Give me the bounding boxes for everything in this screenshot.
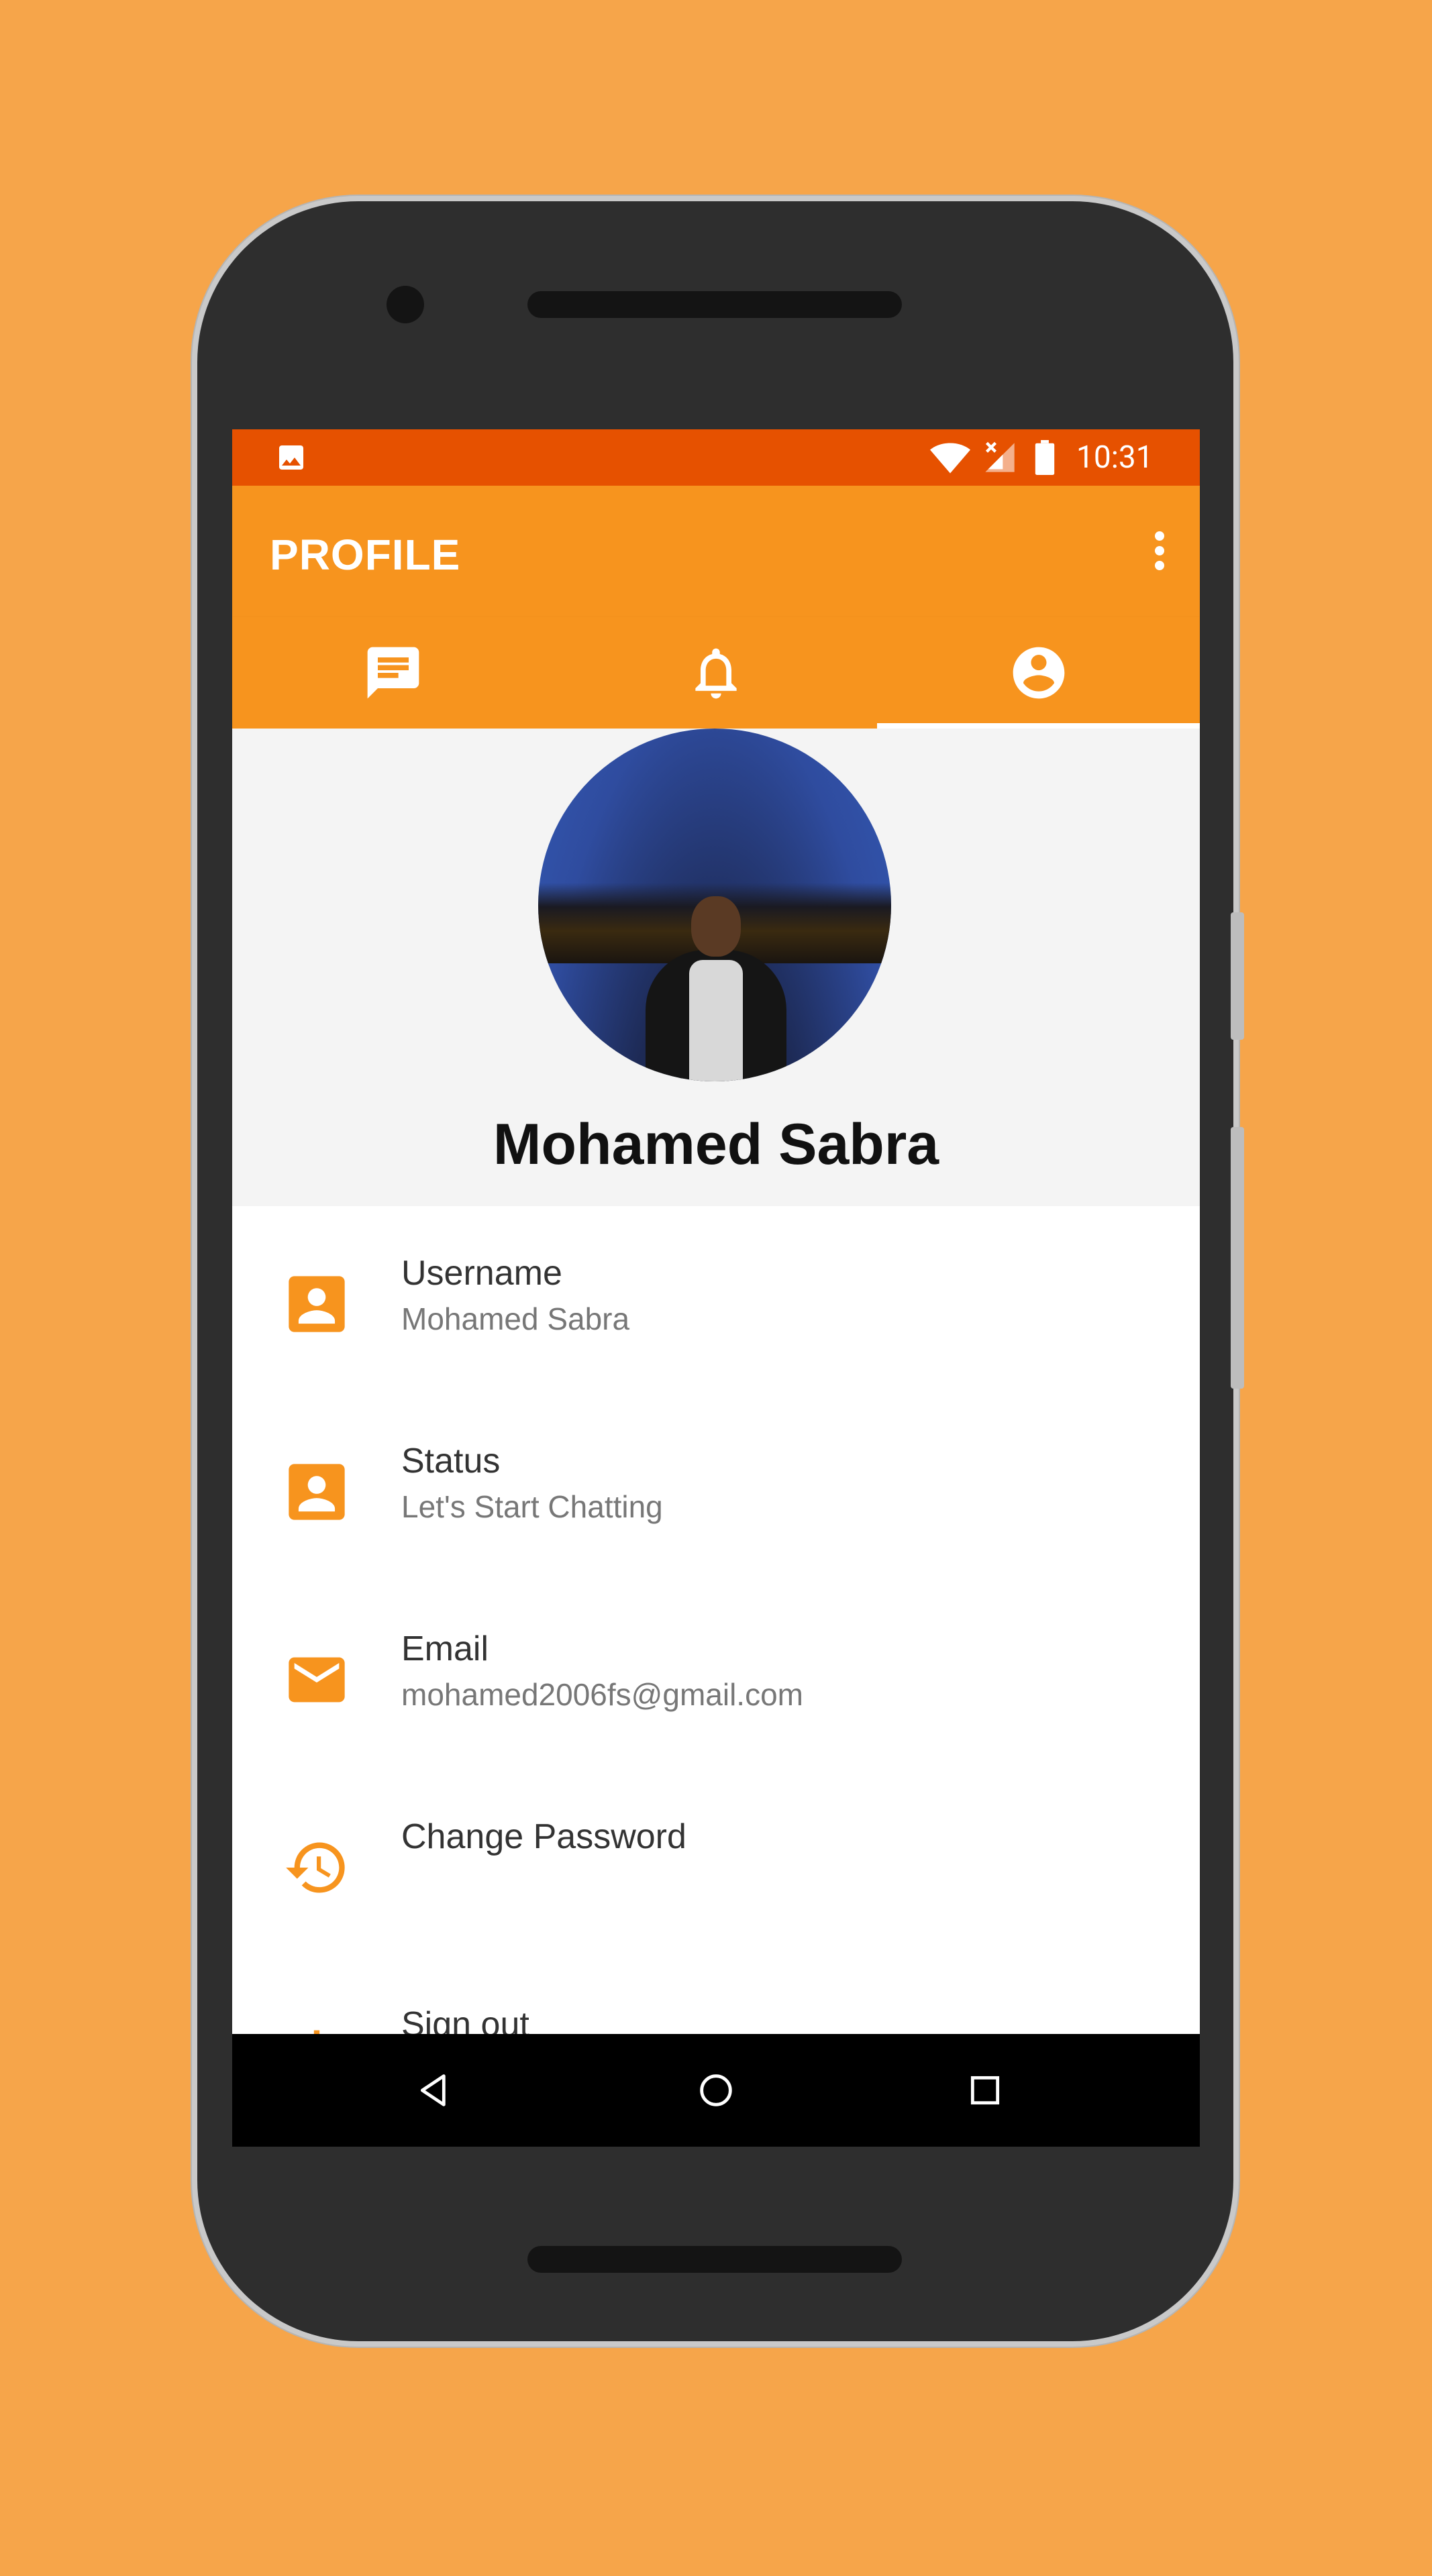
more-vert-icon [1155, 531, 1164, 541]
tab-bar [232, 617, 1200, 729]
account-circle-icon [1013, 647, 1065, 699]
status-bar: 10:31 [232, 429, 1200, 486]
item-label: Change Password [401, 1817, 686, 1856]
more-vert-dot [1155, 546, 1164, 555]
contact-icon [289, 1464, 345, 1520]
status-time: 10:31 [1076, 439, 1154, 476]
item-label: Status [401, 1442, 501, 1481]
home-icon[interactable] [695, 2069, 737, 2112]
item-label: Username [401, 1254, 562, 1293]
battery-icon [1035, 440, 1055, 475]
item-label: Email [401, 1629, 489, 1668]
contact-icon [289, 1276, 345, 1332]
item-value: Let's Start Chatting [401, 1489, 663, 1524]
mail-icon [289, 1657, 345, 1703]
image-icon [279, 445, 303, 470]
list-item-change-password[interactable]: Change Password [232, 1770, 1200, 1957]
profile-info-list: Username Mohamed Sabra Status Let's Star… [232, 1206, 1200, 2145]
screen: 10:31 PROFILE Mohamed Sabra Username Moh… [232, 429, 1200, 2147]
list-item-username[interactable]: Username Mohamed Sabra [232, 1206, 1200, 1394]
history-icon [286, 1842, 345, 1893]
list-item-status[interactable]: Status Let's Start Chatting [232, 1394, 1200, 1582]
tab-chats[interactable] [232, 617, 555, 729]
avatar[interactable] [538, 729, 891, 1081]
bell-icon [695, 648, 737, 699]
front-camera [387, 286, 424, 323]
signal-icon [985, 441, 1015, 472]
power-button [1231, 1127, 1244, 1389]
more-vert-dot [1155, 561, 1164, 570]
bottom-speaker [527, 2246, 902, 2273]
chat-icon [367, 647, 419, 699]
app-bar: PROFILE [232, 486, 1200, 617]
back-icon[interactable] [413, 2069, 456, 2112]
item-value: Mohamed Sabra [401, 1301, 630, 1336]
navigation-bar [232, 2034, 1200, 2147]
recents-icon[interactable] [964, 2069, 1007, 2112]
item-value: mohamed2006fs@gmail.com [401, 1677, 803, 1712]
avatar-person-shirt [689, 960, 743, 1081]
more-options-button[interactable] [1153, 527, 1166, 581]
page-title: PROFILE [270, 531, 461, 579]
volume-button [1231, 912, 1244, 1040]
list-item-email[interactable]: Email mohamed2006fs@gmail.com [232, 1582, 1200, 1770]
top-speaker [527, 291, 902, 318]
profile-header: Mohamed Sabra [232, 729, 1200, 1206]
tab-notifications[interactable] [555, 617, 878, 729]
avatar-person-head [691, 896, 741, 957]
profile-name: Mohamed Sabra [493, 1112, 939, 1177]
tab-profile[interactable] [877, 617, 1200, 729]
wifi-icon [930, 443, 970, 474]
